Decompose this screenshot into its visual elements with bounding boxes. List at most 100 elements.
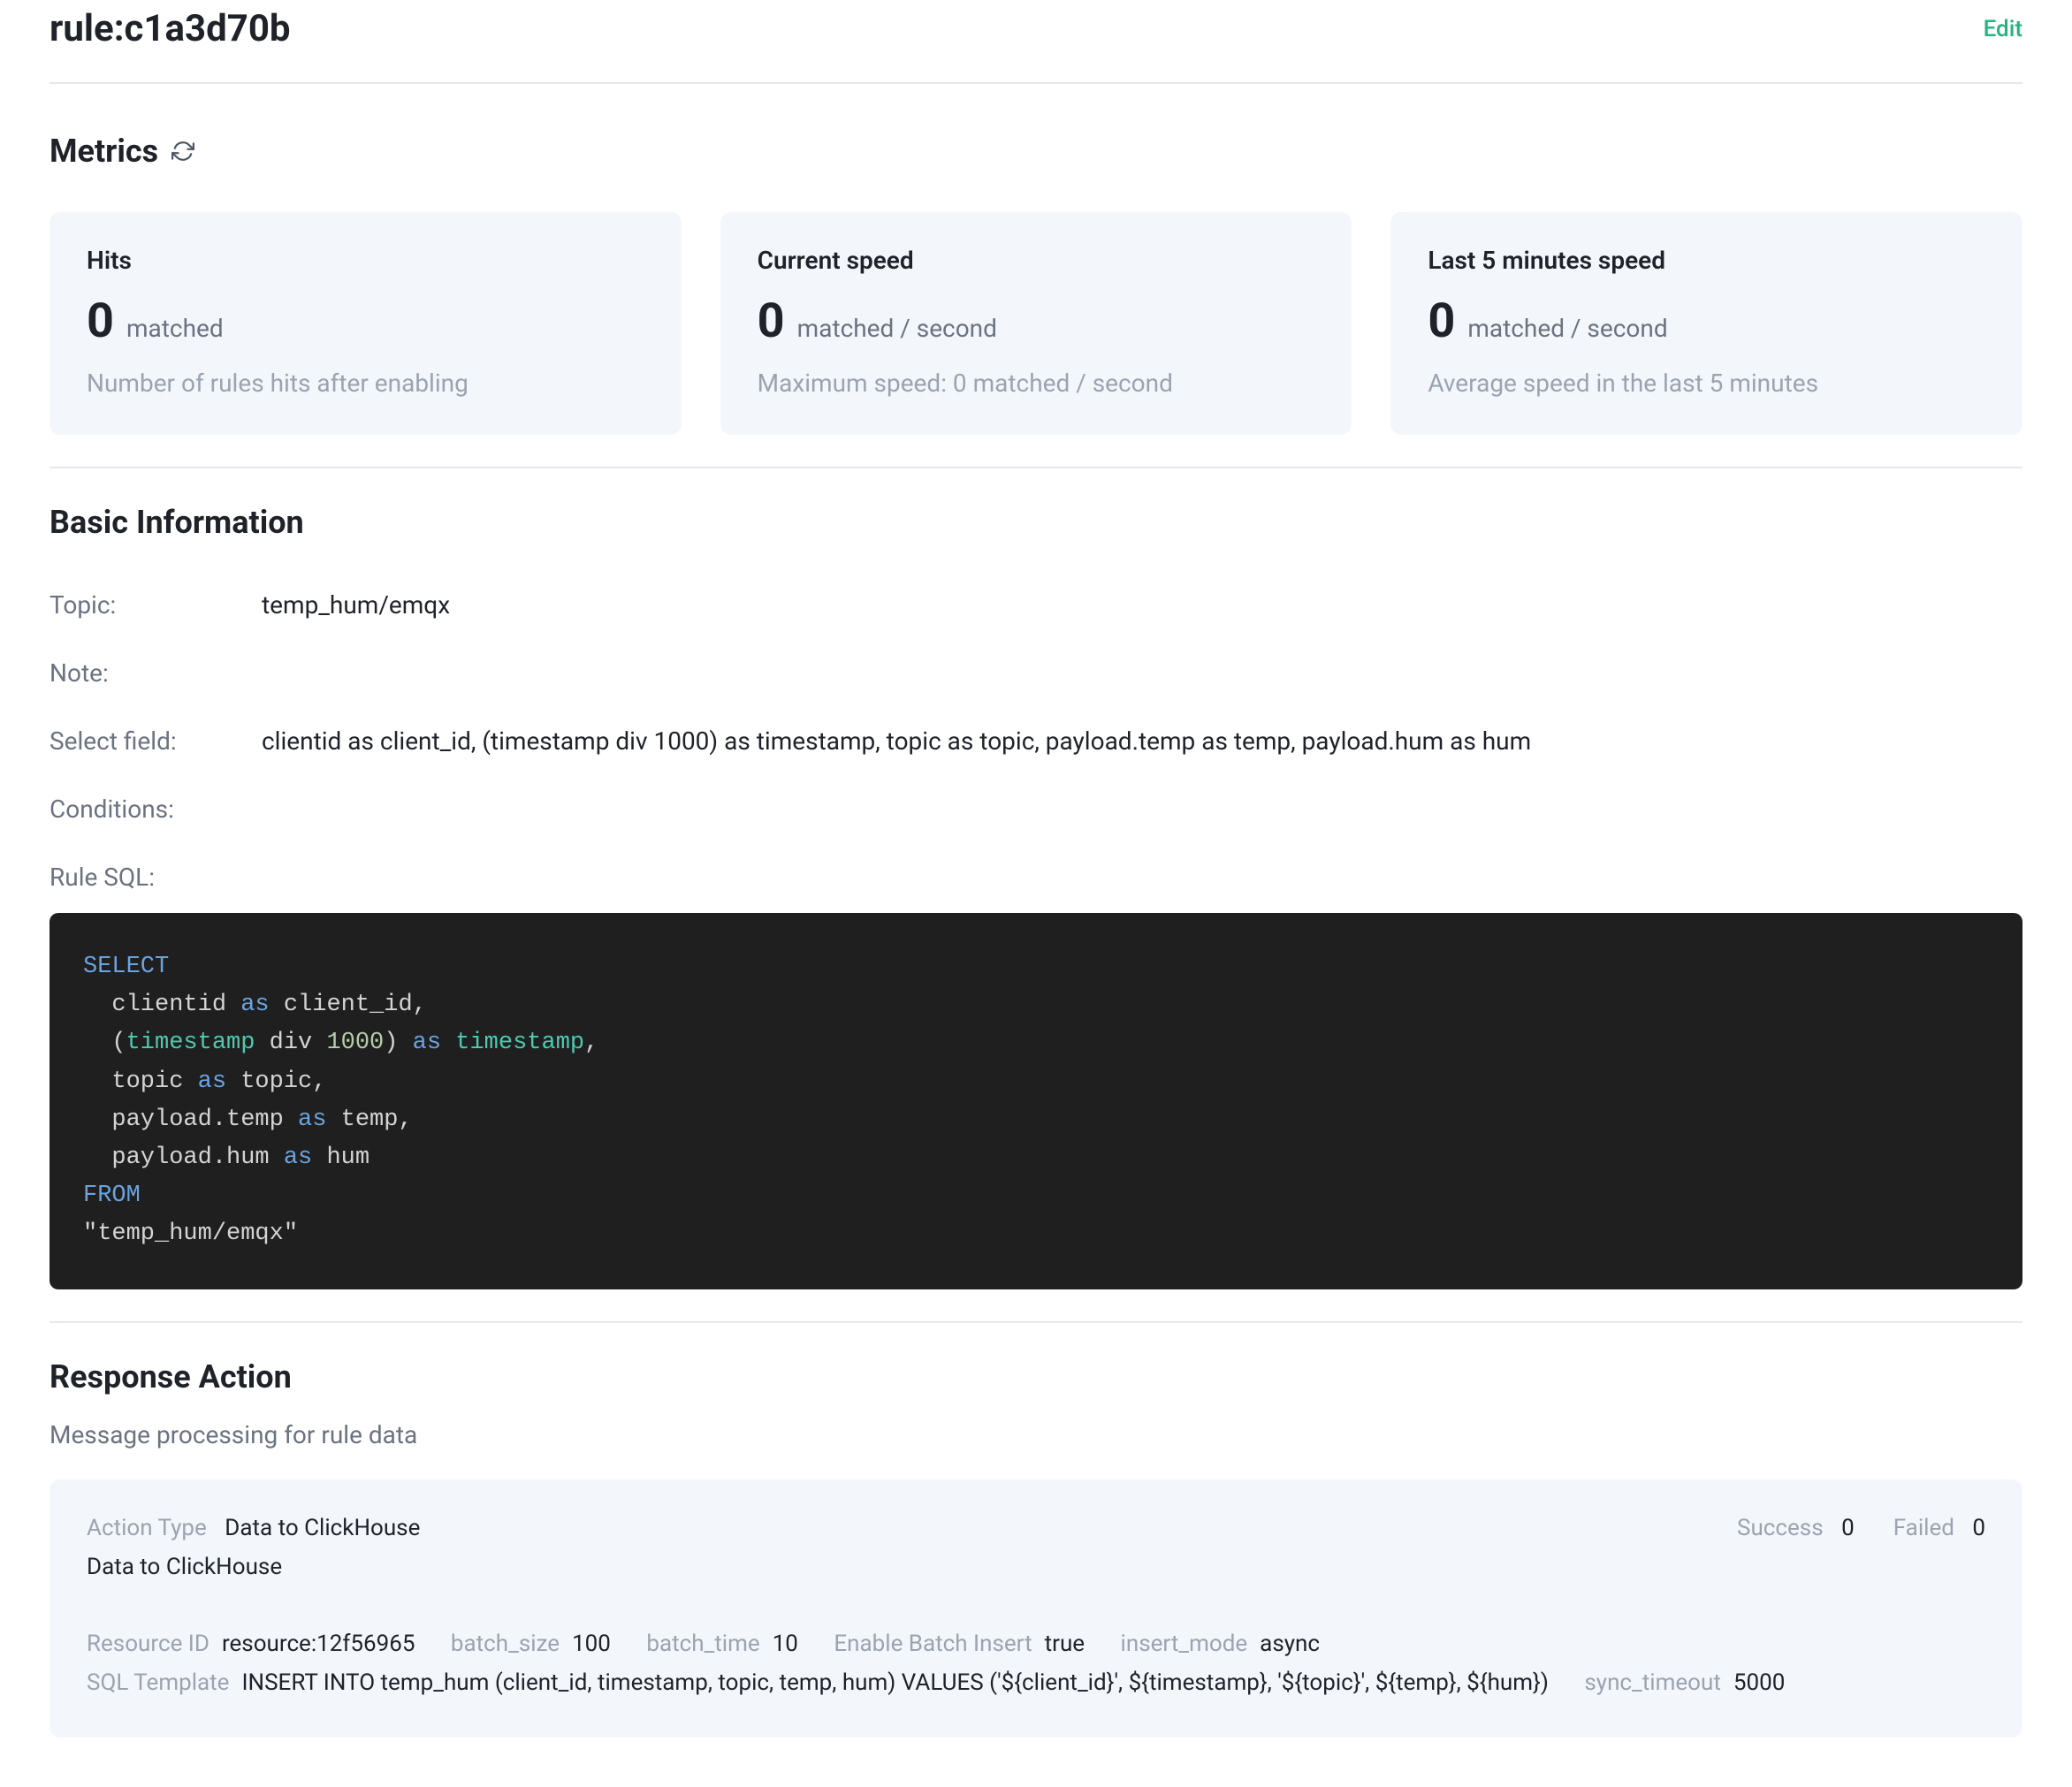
select-field-label: Select field:	[50, 726, 262, 756]
metric-sub: Maximum speed: 0 matched / second	[758, 369, 1315, 398]
sql-token: div	[255, 1030, 326, 1056]
param-label: Enable Batch Insert	[834, 1631, 1032, 1657]
metric-title: Last 5 minutes speed	[1428, 246, 1985, 275]
topic-label: Topic:	[50, 590, 262, 620]
metrics-section: Metrics Hits 0 matched Number of rules h…	[50, 84, 2022, 467]
param-value: 10	[773, 1631, 798, 1657]
stat-success: Success 0	[1737, 1515, 1855, 1541]
sql-token: topic,	[226, 1068, 326, 1095]
sql-token: topic	[83, 1068, 198, 1095]
param-resource-id: Resource IDresource:12f56965	[87, 1631, 421, 1657]
metric-sub: Number of rules hits after enabling	[87, 369, 644, 398]
sql-token: temp,	[326, 1106, 412, 1133]
sql-token: client_id,	[270, 992, 427, 1018]
info-row-conditions: Conditions:	[50, 795, 2022, 824]
metric-unit: matched / second	[1467, 314, 1667, 343]
sql-kw-from: FROM	[83, 1182, 141, 1209]
sql-token	[441, 1030, 455, 1056]
response-action-heading: Response Action	[50, 1358, 2022, 1395]
param-label: Resource ID	[87, 1631, 209, 1657]
param-batch-time: batch_time 10	[646, 1631, 804, 1657]
param-label: insert_mode	[1121, 1631, 1248, 1657]
param-insert-mode: insert_mode async	[1121, 1631, 1321, 1657]
metric-card-current-speed: Current speed 0 matched / second Maximum…	[720, 212, 1352, 435]
sql-token: payload.temp	[83, 1106, 298, 1133]
metric-value-row: 0 matched / second	[758, 298, 1315, 346]
note-label: Note:	[50, 658, 262, 688]
action-type-row: Action Type Data to ClickHouse	[87, 1515, 420, 1541]
action-params: Resource IDresource:12f56965 batch_size1…	[87, 1624, 1985, 1702]
basic-info-heading-text: Basic Information	[50, 504, 304, 541]
info-row-topic: Topic: temp_hum/emqx	[50, 590, 2022, 620]
sql-kw-as: as	[413, 1030, 441, 1056]
param-sync-timeout: sync_timeout 5000	[1584, 1669, 1785, 1696]
metric-unit: matched / second	[797, 314, 997, 343]
sql-token: hum	[312, 1144, 369, 1171]
param-label: batch_size	[451, 1631, 560, 1657]
sql-token: clientid	[83, 992, 240, 1018]
sql-from-value: "temp_hum/emqx"	[83, 1220, 298, 1247]
sql-kw-as: as	[198, 1068, 226, 1095]
metric-card-last5: Last 5 minutes speed 0 matched / second …	[1390, 212, 2022, 435]
sql-kw-as: as	[298, 1106, 326, 1133]
sql-num: 1000	[326, 1030, 384, 1056]
conditions-label: Conditions:	[50, 795, 262, 824]
topic-value: temp_hum/emqx	[262, 590, 450, 620]
page-header: rule:c1a3d70b Edit	[50, 0, 2022, 82]
rule-title: rule:c1a3d70b	[50, 7, 291, 50]
metrics-heading-text: Metrics	[50, 133, 158, 170]
param-label: sync_timeout	[1584, 1669, 1721, 1696]
param-value: async	[1260, 1631, 1320, 1657]
metrics-cards: Hits 0 matched Number of rules hits afte…	[50, 212, 2022, 435]
basic-info-table: Topic: temp_hum/emqx Note: Select field:…	[50, 590, 2022, 892]
response-action-heading-text: Response Action	[50, 1358, 292, 1395]
param-batch-size: batch_size100	[451, 1631, 616, 1657]
sql-fn: timestamp	[126, 1030, 255, 1056]
sql-kw-select: SELECT	[83, 954, 169, 980]
select-field-value: clientid as client_id, (timestamp div 10…	[262, 726, 1531, 756]
sql-token: )	[384, 1030, 412, 1056]
stat-failed: Failed 0	[1893, 1515, 1985, 1541]
edit-button[interactable]: Edit	[1984, 16, 2022, 42]
sql-kw-as: as	[240, 992, 269, 1018]
metric-value-row: 0 matched / second	[1428, 298, 1985, 346]
rule-sql-code: SELECT clientid as client_id, (timestamp…	[50, 913, 2022, 1289]
metric-title: Hits	[87, 246, 644, 275]
metric-value-row: 0 matched	[87, 298, 644, 346]
action-type-value: Data to ClickHouse	[225, 1515, 420, 1541]
sql-token: (	[83, 1030, 126, 1056]
metric-value: 0	[87, 298, 114, 346]
success-value: 0	[1841, 1515, 1855, 1541]
response-action-section: Response Action Message processing for r…	[50, 1323, 2022, 1738]
action-card: Action Type Data to ClickHouse Data to C…	[50, 1479, 2022, 1738]
action-left: Action Type Data to ClickHouse Data to C…	[87, 1515, 420, 1580]
failed-label: Failed	[1893, 1515, 1954, 1541]
sql-token: ,	[584, 1030, 598, 1056]
param-label: batch_time	[646, 1631, 759, 1657]
sql-kw-as: as	[284, 1144, 312, 1171]
metric-card-hits: Hits 0 matched Number of rules hits afte…	[50, 212, 682, 435]
basic-info-section: Basic Information Topic: temp_hum/emqx N…	[50, 468, 2022, 1321]
basic-info-heading: Basic Information	[50, 504, 2022, 541]
metric-sub: Average speed in the last 5 minutes	[1428, 369, 1985, 398]
param-value: INSERT INTO temp_hum (client_id, timesta…	[241, 1669, 1548, 1696]
action-stats: Success 0 Failed 0	[1737, 1515, 1985, 1541]
metric-unit: matched	[126, 314, 224, 343]
response-action-sub: Message processing for rule data	[50, 1420, 2022, 1449]
metric-value: 0	[758, 298, 785, 346]
info-row-note: Note:	[50, 658, 2022, 688]
param-value: 5000	[1733, 1669, 1785, 1696]
param-enable-batch-insert: Enable Batch Insert true	[834, 1631, 1090, 1657]
refresh-icon[interactable]	[171, 139, 195, 163]
param-label: SQL Template	[87, 1669, 229, 1696]
action-desc: Data to ClickHouse	[87, 1554, 420, 1580]
param-sql-template: SQL Template INSERT INTO temp_hum (client…	[87, 1669, 1554, 1696]
sql-fn: timestamp	[455, 1030, 584, 1056]
rule-sql-label: Rule SQL:	[50, 863, 262, 892]
metric-title: Current speed	[758, 246, 1315, 275]
success-label: Success	[1737, 1515, 1824, 1541]
action-type-label: Action Type	[87, 1515, 207, 1541]
param-value: true	[1045, 1631, 1085, 1657]
info-row-select: Select field: clientid as client_id, (ti…	[50, 726, 2022, 756]
metric-value: 0	[1428, 298, 1455, 346]
